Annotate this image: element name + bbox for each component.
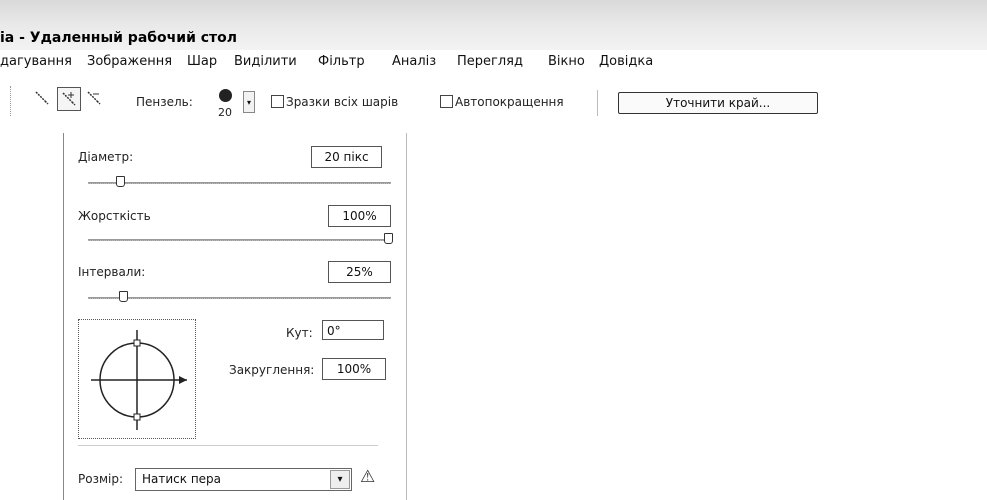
menu-item-image[interactable]: Зображення	[87, 54, 172, 69]
quick-selection-subtract-icon[interactable]	[83, 87, 105, 109]
hardness-label: Жорсткість	[78, 209, 151, 223]
diameter-slider-track[interactable]	[88, 182, 391, 184]
brush-options-panel: Діаметр: 20 пікс Жорсткість 100% Інтерва…	[63, 133, 407, 500]
spacing-field[interactable]: 25%	[328, 261, 391, 283]
quick-selection-add-icon[interactable]	[57, 87, 81, 111]
size-control-select[interactable]: Натиск пера ▾	[135, 468, 352, 491]
brush-preview-icon[interactable]	[219, 89, 232, 102]
menu-item-select[interactable]: Виділити	[234, 54, 297, 69]
window-title: ia - Удаленный рабочий стол	[0, 30, 238, 46]
angle-roundness-diagram	[91, 330, 187, 430]
chevron-down-icon: ▾	[246, 97, 251, 107]
hardness-slider-thumb[interactable]	[384, 233, 393, 244]
spacing-slider-thumb[interactable]	[119, 291, 128, 302]
size-control-value: Натиск пера	[142, 472, 222, 486]
menu-item-view[interactable]: Перегляд	[457, 54, 523, 69]
sample-all-layers-checkbox[interactable]	[271, 95, 284, 108]
diameter-slider-thumb[interactable]	[116, 176, 125, 187]
hardness-slider-track[interactable]	[88, 239, 391, 241]
spacing-label: Інтервали:	[78, 265, 146, 279]
brush-picker-dropdown[interactable]: ▾	[243, 91, 255, 113]
panel-divider	[78, 445, 378, 446]
brush-tip-shape-preview[interactable]	[78, 319, 196, 439]
chevron-down-icon[interactable]: ▾	[330, 470, 350, 489]
diameter-field[interactable]: 20 пікс	[311, 146, 382, 168]
size-label: Розмір:	[78, 472, 124, 486]
hardness-field[interactable]: 100%	[328, 205, 391, 227]
menu-item-edit[interactable]: дагування	[0, 54, 72, 69]
options-toolbar: Пензель: 20 ▾ Зразки всіх шарів Автопокр…	[0, 80, 987, 126]
menu-item-window[interactable]: Вікно	[548, 54, 585, 69]
brush-label: Пензель:	[136, 95, 193, 109]
roundness-field[interactable]: 100%	[322, 358, 386, 380]
sample-all-layers-label: Зразки всіх шарів	[286, 95, 399, 109]
refine-edge-button[interactable]: Уточнити край...	[618, 92, 818, 114]
menu-item-filter[interactable]: Фільтр	[318, 54, 365, 69]
menu-item-help[interactable]: Довідка	[599, 54, 653, 69]
spacing-slider-track[interactable]	[88, 297, 391, 299]
warning-icon: ⚠	[360, 467, 376, 487]
angle-field[interactable]: 0°	[322, 320, 384, 340]
auto-enhance-checkbox[interactable]	[440, 95, 453, 108]
angle-label: Кут:	[286, 326, 313, 340]
brush-size-value: 20	[218, 106, 232, 119]
auto-enhance-label: Автопокращення	[455, 95, 564, 109]
quick-selection-icon[interactable]	[31, 87, 53, 109]
menu-bar: дагування Зображення Шар Виділити Фільтр…	[0, 50, 987, 74]
toolbar-separator	[597, 90, 598, 116]
menu-item-layer[interactable]: Шар	[187, 54, 217, 69]
diameter-label: Діаметр:	[78, 150, 134, 164]
title-bar: ia - Удаленный рабочий стол	[0, 0, 987, 51]
roundness-label: Закруглення:	[229, 363, 315, 377]
menu-item-analysis[interactable]: Аналіз	[392, 54, 436, 69]
